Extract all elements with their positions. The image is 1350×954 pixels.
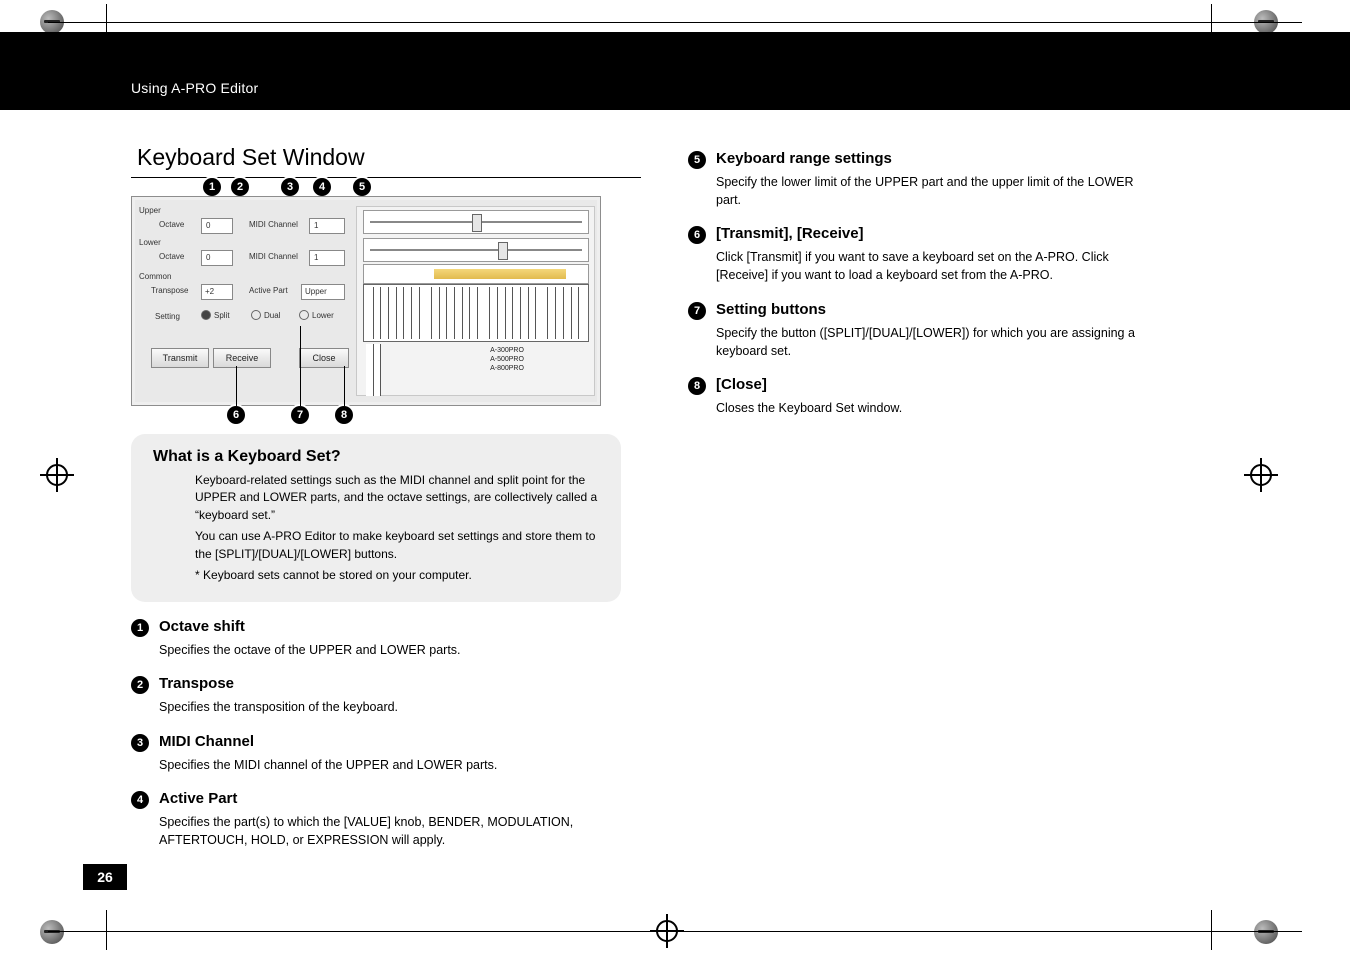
group-common: Common <box>139 272 171 281</box>
item-text: Active Part Specifies the part(s) to whic… <box>159 790 589 849</box>
breadcrumb: Using A-PRO Editor <box>131 80 258 96</box>
info-paragraph: Keyboard-related settings such as the MI… <box>195 472 599 524</box>
numbered-item: 7 Setting buttons Specify the button ([SPL… <box>688 301 1228 360</box>
info-box: What is a Keyboard Set? Keyboard-related… <box>131 434 621 602</box>
callout-line <box>300 326 301 406</box>
item-title: [Close] <box>716 376 902 393</box>
info-note: Keyboard sets cannot be stored on your c… <box>195 567 599 584</box>
numbered-item: 4 Active Part Specifies the part(s) to whi… <box>131 790 641 849</box>
numbered-item: 8 [Close] Closes the Keyboard Set window. <box>688 376 1228 417</box>
field-octave-lower[interactable]: 0 <box>201 250 233 266</box>
info-title: What is a Keyboard Set? <box>153 448 599 466</box>
crop-tick <box>106 910 107 950</box>
range-bar <box>363 264 589 284</box>
item-text: Transpose Specifies the transposition of … <box>159 675 398 716</box>
item-text: [Close] Closes the Keyboard Set window. <box>716 376 902 417</box>
item-body: Specifies the MIDI channel of the UPPER … <box>159 756 497 774</box>
info-paragraph: You can use A-PRO Editor to make keyboar… <box>195 528 599 563</box>
field-midi-lower[interactable]: 1 <box>309 250 345 266</box>
field-transpose[interactable]: +2 <box>201 284 233 300</box>
crop-tick <box>1211 910 1212 950</box>
print-screw <box>1254 920 1278 944</box>
item-number: 7 <box>688 302 706 320</box>
callout-8: 8 <box>335 406 353 424</box>
label-setting: Setting <box>155 312 180 321</box>
numbered-item: 6 [Transmit], [Receive] Click [Transmit] i… <box>688 225 1228 284</box>
radio-dual[interactable]: Dual <box>251 310 280 320</box>
page-number: 26 <box>83 864 127 890</box>
close-button[interactable]: Close <box>299 348 349 368</box>
item-text: [Transmit], [Receive] Click [Transmit] if… <box>716 225 1146 284</box>
label-active: Active Part <box>249 286 288 295</box>
label-midi: MIDI Channel <box>249 252 298 261</box>
item-number: 1 <box>131 619 149 637</box>
item-title: Transpose <box>159 675 398 692</box>
item-text: MIDI Channel Specifies the MIDI channel o… <box>159 733 497 774</box>
item-title: [Transmit], [Receive] <box>716 225 1146 242</box>
numbered-item: 3 MIDI Channel Specifies the MIDI channel … <box>131 733 641 774</box>
crop-rule <box>48 22 1302 23</box>
item-number: 3 <box>131 734 149 752</box>
numbered-item: 1 Octave shift Specifies the octave of the… <box>131 618 641 659</box>
numbered-item: 2 Transpose Specifies the transposition of… <box>131 675 641 716</box>
receive-button[interactable]: Receive <box>213 348 271 368</box>
label-midi: MIDI Channel <box>249 220 298 229</box>
group-lower: Lower <box>139 238 161 247</box>
item-body: Closes the Keyboard Set window. <box>716 399 902 417</box>
callout-1: 1 <box>203 178 221 196</box>
item-number: 5 <box>688 151 706 169</box>
upper-range-slider[interactable] <box>363 210 589 234</box>
lower-range-slider[interactable] <box>363 238 589 262</box>
callout-line <box>236 366 237 406</box>
item-number: 2 <box>131 676 149 694</box>
page: Using A-PRO Editor Keyboard Set Window 1… <box>0 0 1350 954</box>
item-body: Specify the lower limit of the UPPER par… <box>716 173 1146 209</box>
label-octave: Octave <box>159 252 184 261</box>
item-body: Specifies the part(s) to which the [VALU… <box>159 813 589 849</box>
item-title: MIDI Channel <box>159 733 497 750</box>
item-title: Active Part <box>159 790 589 807</box>
radio-lower[interactable]: Lower <box>299 310 334 320</box>
callout-4: 4 <box>313 178 331 196</box>
field-active[interactable]: Upper <box>301 284 345 300</box>
callout-3: 3 <box>281 178 299 196</box>
print-screw <box>40 920 64 944</box>
callout-5: 5 <box>353 178 371 196</box>
group-upper: Upper <box>139 206 161 215</box>
item-title: Setting buttons <box>716 301 1146 318</box>
callout-7: 7 <box>291 406 309 424</box>
label-transpose: Transpose <box>151 286 189 295</box>
left-column: Keyboard Set Window 1 2 3 4 5 Upper Octa… <box>131 142 641 849</box>
item-title: Keyboard range settings <box>716 150 1146 167</box>
label-octave: Octave <box>159 220 184 229</box>
callout-6: 6 <box>227 406 245 424</box>
callout-2: 2 <box>231 178 249 196</box>
item-body: Specify the button ([SPLIT]/[DUAL]/[LOWE… <box>716 324 1146 360</box>
item-number: 6 <box>688 226 706 244</box>
numbered-item: 5 Keyboard range settings Specify the lowe… <box>688 150 1228 209</box>
transmit-button[interactable]: Transmit <box>151 348 209 368</box>
keyboard-graphic <box>363 284 589 342</box>
registration-mark-icon <box>1244 458 1278 492</box>
model-names: A-300PRO A-500PRO A-800PRO <box>431 346 583 373</box>
field-midi-upper[interactable]: 1 <box>309 218 345 234</box>
callout-line <box>344 366 345 406</box>
right-column: 5 Keyboard range settings Specify the lowe… <box>688 134 1228 417</box>
header-bar <box>0 32 1350 110</box>
crop-rule <box>48 931 1302 932</box>
item-text: Setting buttons Specify the button ([SPLI… <box>716 301 1146 360</box>
field-octave-upper[interactable]: 0 <box>201 218 233 234</box>
item-body: Specifies the octave of the UPPER and LO… <box>159 641 461 659</box>
radio-split[interactable]: Split <box>201 310 230 320</box>
item-body: Click [Transmit] if you want to save a k… <box>716 248 1146 284</box>
ui-screenshot: 1 2 3 4 5 Upper Octave 0 MIDI Channel 1 … <box>131 196 601 406</box>
item-body: Specifies the transposition of the keybo… <box>159 698 398 716</box>
item-title: Octave shift <box>159 618 461 635</box>
item-number: 4 <box>131 791 149 809</box>
item-text: Octave shift Specifies the octave of the … <box>159 618 461 659</box>
item-text: Keyboard range settings Specify the lower… <box>716 150 1146 209</box>
registration-mark-icon <box>40 458 74 492</box>
section-title: Keyboard Set Window <box>131 142 641 175</box>
item-number: 8 <box>688 377 706 395</box>
